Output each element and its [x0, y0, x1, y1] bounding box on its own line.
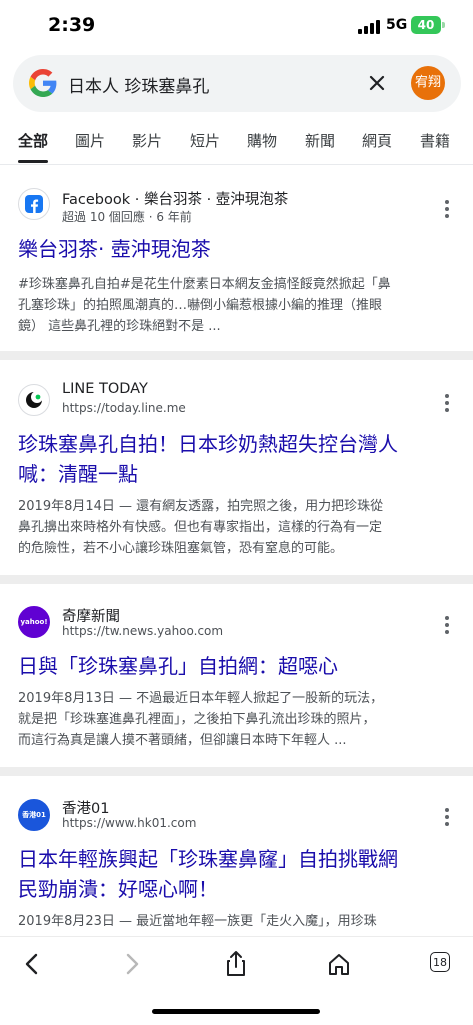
active-tab-indicator — [18, 160, 48, 163]
signal-icon — [358, 20, 380, 34]
snippet-line: 2019年8月13日 — 不過最近日本年輕人掀起了一股新的玩法， — [18, 691, 384, 706]
result-snippet: 2019年8月23日 — 最近當地年輕一族更「走火入魔」，用珍珠 — [18, 911, 462, 932]
tab-web[interactable]: 網頁 — [362, 130, 392, 151]
result-source[interactable]: 奇摩新聞 — [62, 605, 120, 626]
share-icon[interactable] — [219, 947, 253, 981]
result-source[interactable]: 香港01 — [62, 797, 109, 818]
search-result: 香港01 香港01 https://www.hk01.com 日本年輕族興起「珍… — [0, 797, 473, 937]
result-title-line[interactable]: 樂台羽茶· 壺沖現泡茶 — [18, 234, 458, 264]
tab-videos[interactable]: 影片 — [132, 130, 162, 151]
search-tabs: 全部 圖片 影片 短片 購物 新聞 網頁 書籍 — [0, 122, 473, 165]
snippet-line: 孔塞珍珠」的拍照風潮真的…嚇倒小編惹根據小編的推理（推眼 — [18, 298, 383, 313]
result-title-line[interactable]: 日本年輕族興起「珍珠塞鼻窿」自拍挑戰網 — [18, 844, 458, 874]
status-time: 2:39 — [48, 14, 96, 36]
snippet-line: #珍珠塞鼻孔自拍#是花生什麼素日本網友金搞怪餒竟然掀起「鼻 — [18, 277, 391, 292]
close-icon[interactable] — [363, 69, 391, 97]
hk01-icon[interactable]: 香港01 — [18, 799, 50, 831]
status-bar: 2:39 5G 40 — [0, 0, 473, 54]
line-today-icon[interactable] — [18, 384, 50, 416]
battery-tip — [442, 22, 445, 28]
result-title-line[interactable]: 喊：清醒一點 — [18, 459, 458, 489]
tab-images[interactable]: 圖片 — [75, 130, 105, 151]
result-snippet: 2019年8月13日 — 不過最近日本年輕人掀起了一股新的玩法， 就是把「珍珠塞… — [18, 688, 462, 751]
result-title-line[interactable]: 日與「珍珠塞鼻孔」自拍網：超噁心 — [18, 651, 458, 681]
search-bar[interactable]: 日本人 珍珠塞鼻孔 宥翔 — [13, 55, 461, 112]
tab-books[interactable]: 書籍 — [420, 130, 450, 151]
home-indicator[interactable] — [152, 1009, 320, 1014]
result-title[interactable]: 日本年輕族興起「珍珠塞鼻窿」自拍挑戰網 民勁崩潰：好噁心啊！ — [18, 844, 458, 904]
result-title[interactable]: 日與「珍珠塞鼻孔」自拍網：超噁心 — [18, 651, 458, 681]
result-source[interactable]: Facebook · 樂台羽茶 · 壺沖現泡茶 — [62, 188, 288, 209]
snippet-line: 2019年8月14日 — 還有網友透露，拍完照之後，用力把珍珠從 — [18, 499, 384, 514]
more-options-icon[interactable] — [440, 198, 454, 220]
result-divider — [0, 575, 473, 584]
result-divider — [0, 767, 473, 776]
more-options-icon[interactable] — [440, 392, 454, 414]
result-source[interactable]: LINE TODAY — [62, 381, 148, 397]
back-icon[interactable] — [15, 947, 49, 981]
yahoo-icon-text: yahoo! — [20, 618, 48, 626]
result-title[interactable]: 珍珠塞鼻孔自拍！日本珍奶熱超失控台灣人 喊：清醒一點 — [18, 429, 458, 489]
result-url: https://www.hk01.com — [62, 816, 197, 830]
snippet-line: 鼻孔擤出來時格外有快感。但也有專家指出，這樣的行為有一定 — [18, 520, 383, 535]
snippet-line: 2019年8月23日 — 最近當地年輕一族更「走火入魔」，用珍珠 — [18, 914, 377, 929]
battery-icon: 40 — [411, 16, 441, 34]
facebook-icon[interactable] — [18, 188, 50, 220]
result-snippet: 2019年8月14日 — 還有網友透露，拍完照之後，用力把珍珠從 鼻孔擤出來時格… — [18, 496, 462, 559]
snippet-line: 而這行為真是讓人摸不著頭緒，但卻讓日本時下年輕人 ... — [18, 733, 347, 748]
tab-news[interactable]: 新聞 — [305, 130, 335, 151]
home-icon[interactable] — [322, 947, 356, 981]
search-result: LINE TODAY https://today.line.me 珍珠塞鼻孔自拍… — [0, 380, 473, 575]
network-label: 5G — [386, 17, 408, 33]
snippet-line: 鏡） 這些鼻孔裡的珍珠絕對不是 ... — [18, 319, 221, 334]
search-result: Facebook · 樂台羽茶 · 壺沖現泡茶 超過 10 個回應 · 6 年前… — [0, 180, 473, 350]
tab-shopping[interactable]: 購物 — [247, 130, 277, 151]
snippet-line: 就是把「珍珠塞進鼻孔裡面」，之後拍下鼻孔流出珍珠的照片， — [18, 712, 376, 727]
result-title-line[interactable]: 珍珠塞鼻孔自拍！日本珍奶熱超失控台灣人 — [18, 429, 458, 459]
battery-level: 40 — [417, 18, 435, 32]
google-logo-icon[interactable] — [29, 69, 57, 97]
yahoo-icon[interactable]: yahoo! — [18, 606, 50, 638]
tab-shorts[interactable]: 短片 — [190, 130, 220, 151]
search-result: yahoo! 奇摩新聞 https://tw.news.yahoo.com 日與… — [0, 605, 473, 765]
result-divider — [0, 351, 473, 360]
forward-icon[interactable] — [115, 947, 149, 981]
result-title-line[interactable]: 民勁崩潰：好噁心啊！ — [18, 874, 458, 904]
more-options-icon[interactable] — [440, 806, 454, 828]
result-snippet: #珍珠塞鼻孔自拍#是花生什麼素日本網友金搞怪餒竟然掀起「鼻 孔塞珍珠」的拍照風潮… — [18, 274, 462, 337]
search-input[interactable]: 日本人 珍珠塞鼻孔 — [68, 72, 209, 97]
more-options-icon[interactable] — [440, 614, 454, 636]
tab-all[interactable]: 全部 — [18, 130, 48, 151]
result-title[interactable]: 樂台羽茶· 壺沖現泡茶 — [18, 234, 458, 264]
snippet-line: 的危險性，若不小心讓珍珠阻塞氣管，恐有窒息的可能。 — [18, 541, 344, 556]
avatar[interactable]: 宥翔 — [411, 66, 445, 100]
result-url: https://tw.news.yahoo.com — [62, 624, 224, 638]
result-url: https://today.line.me — [62, 401, 186, 415]
result-meta: 超過 10 個回應 · 6 年前 — [62, 210, 192, 224]
tab-count-button[interactable]: 18 — [430, 952, 450, 972]
hk01-icon-text: 香港01 — [22, 811, 46, 819]
